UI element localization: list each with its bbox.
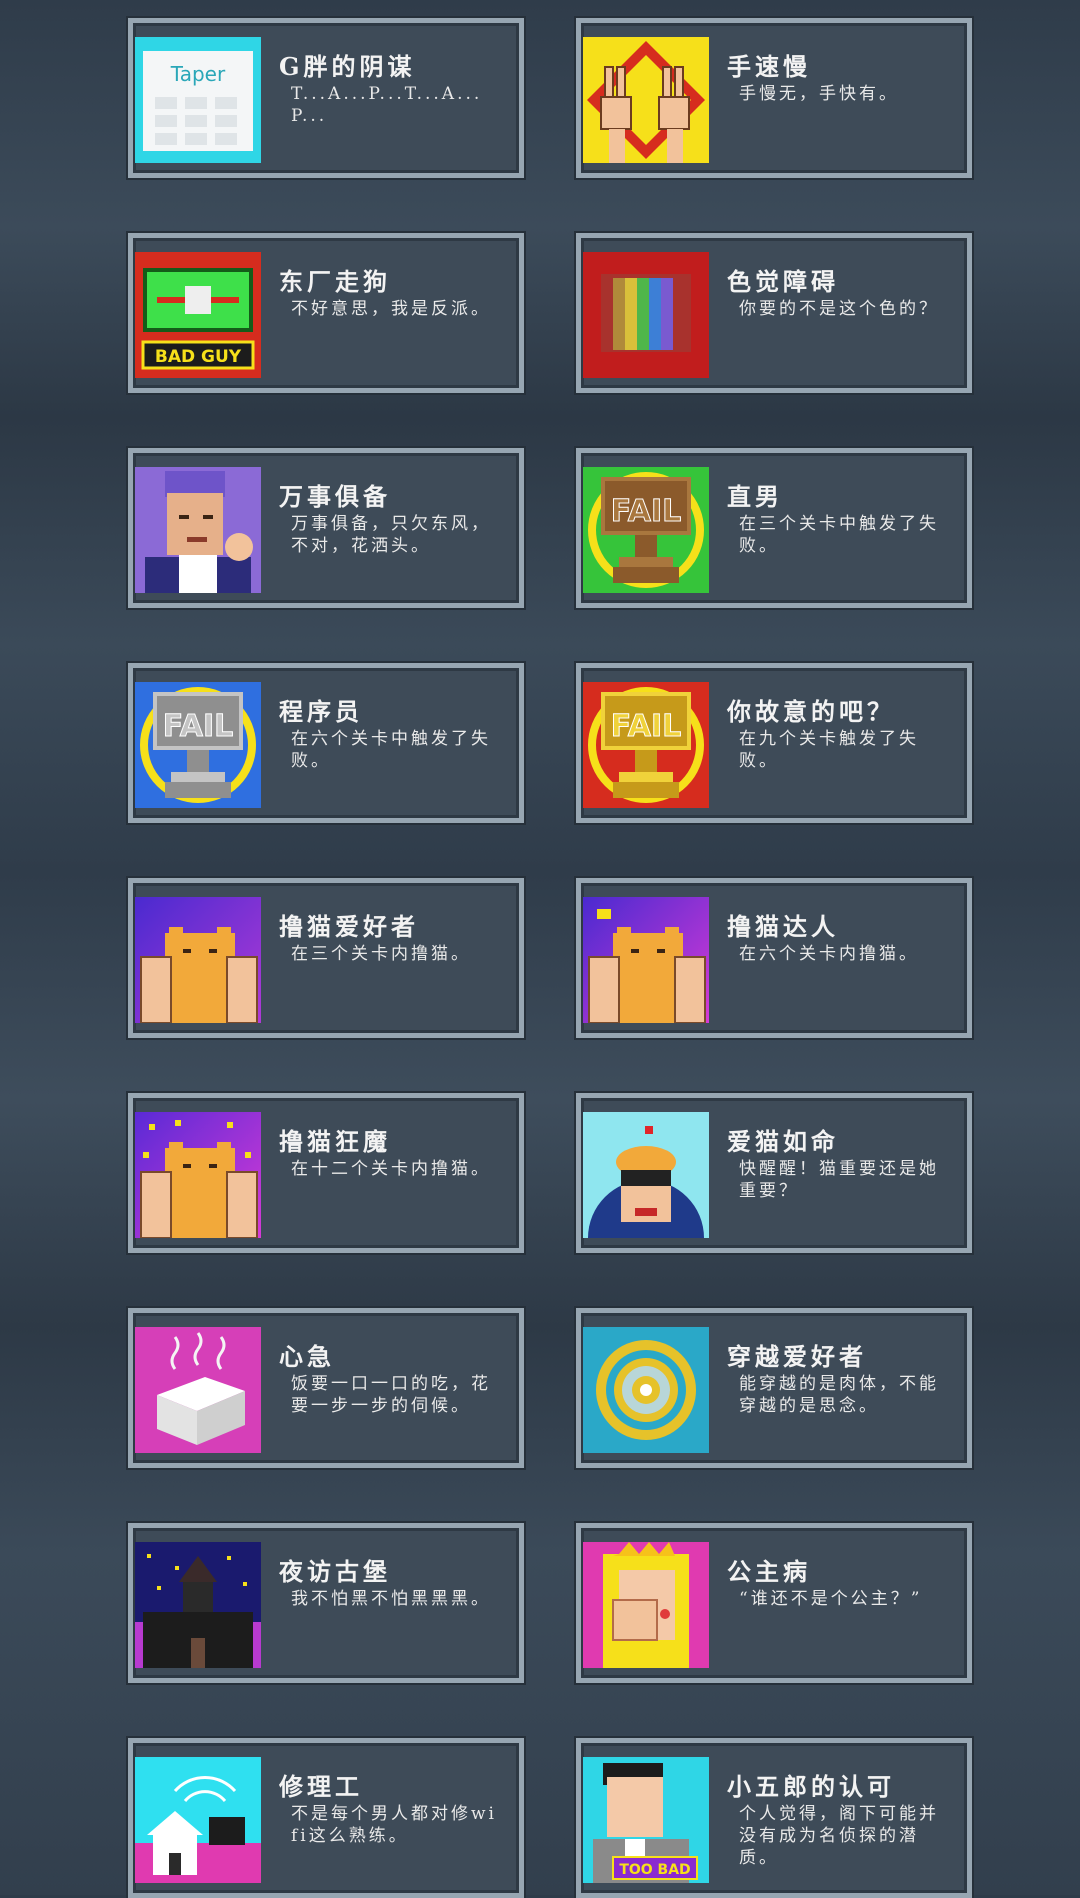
achievement-description: 我不怕黑不怕黑黑黑。 [291, 1589, 491, 1609]
taper-icon: Taper [135, 37, 261, 163]
svg-text:FAIL: FAIL [163, 709, 234, 744]
achievement-title: 手速慢 [727, 52, 811, 81]
svg-text:BAD GUY: BAD GUY [155, 347, 242, 367]
achievement-title: 小五郎的认可 [727, 1772, 895, 1801]
achievement-title: 夜访古堡 [279, 1557, 391, 1586]
gold-fail-trophy-icon: FAIL [583, 682, 709, 808]
achievement-description: 快醒醒！猫重要还是她重要？ [739, 1159, 939, 1201]
achievement-card[interactable]: 手速慢手慢无，手快有。 [576, 18, 972, 178]
achievement-description: T...A...P...T...A...P... [291, 84, 483, 126]
achievement-card[interactable]: 穿越爱好者能穿越的是肉体，不能穿越的是思念。 [576, 1308, 972, 1468]
color-bars-icon [583, 252, 709, 378]
ok-gesture-man-icon [135, 467, 261, 593]
victory-hands-icon [583, 37, 709, 163]
achievement-description: 饭要一口一口的吃，花要一步一步的伺候。 [291, 1374, 491, 1416]
bad-guy-icon: BAD GUY [135, 252, 261, 378]
cat-on-head-icon [583, 1112, 709, 1238]
achievement-description: 万事俱备，只欠东风，不对，花洒头。 [291, 514, 491, 556]
achievement-title: 心急 [279, 1342, 335, 1371]
achievement-title: 修理工 [279, 1772, 363, 1801]
achievement-title: 色觉障碍 [727, 267, 839, 296]
achievement-card[interactable]: 万事俱备万事俱备，只欠东风，不对，花洒头。 [128, 448, 524, 608]
achievement-title: 撸猫爱好者 [279, 912, 419, 941]
bronze-fail-trophy-icon: FAIL [583, 467, 709, 593]
achievement-title: 公主病 [727, 1557, 811, 1586]
achievement-description: 在三个关卡内撸猫。 [291, 944, 471, 964]
achievement-description: 在三个关卡中触发了失败。 [739, 514, 939, 556]
steaming-tofu-icon [135, 1327, 261, 1453]
achievement-card[interactable]: 爱猫如命快醒醒！猫重要还是她重要？ [576, 1093, 972, 1253]
achievement-card[interactable]: FAIL 你故意的吧？ 在九个关卡触发了失败。 [576, 663, 972, 823]
achievement-description: 不好意思，我是反派。 [291, 299, 491, 319]
achievement-card[interactable]: 公主病 “谁还不是个公主？” [576, 1523, 972, 1683]
achievement-description: 个人觉得，阁下可能并没有成为名侦探的潜质。 [739, 1804, 939, 1868]
achievement-card[interactable]: FAIL 程序员在六个关卡中触发了失败。 [128, 663, 524, 823]
achievement-title: 爱猫如命 [727, 1127, 839, 1156]
achievement-card[interactable]: 撸猫爱好者在三个关卡内撸猫。 [128, 878, 524, 1038]
achievement-title: 程序员 [279, 697, 363, 726]
svg-text:FAIL: FAIL [611, 709, 682, 744]
wifi-house-icon [135, 1757, 261, 1883]
achievement-description: 你要的不是这个色的？ [739, 299, 939, 319]
achievement-card[interactable]: BAD GUY 东厂走狗不好意思，我是反派。 [128, 233, 524, 393]
portal-vortex-icon [583, 1327, 709, 1453]
achievement-card[interactable]: TOO BAD 小五郎的认可个人觉得，阁下可能并没有成为名侦探的潜质。 [576, 1738, 972, 1898]
achievement-description: 在十二个关卡内撸猫。 [291, 1159, 491, 1179]
achievement-description: “谁还不是个公主？” [739, 1589, 923, 1609]
cat-petting-icon [135, 897, 261, 1023]
achievement-title: G胖的阴谋 [279, 52, 416, 81]
achievement-card[interactable]: 色觉障碍你要的不是这个色的？ [576, 233, 972, 393]
achievement-description: 在九个关卡触发了失败。 [739, 729, 919, 771]
achievement-card[interactable]: 修理工不是每个男人都对修wifi这么熟练。 [128, 1738, 524, 1898]
achievement-grid: Taper G胖的阴谋 T...A...P...T...A...P... 手速慢手慢无… [0, 0, 1080, 1898]
achievement-description: 不是每个男人都对修wifi这么熟练。 [291, 1804, 497, 1846]
svg-text:FAIL: FAIL [611, 494, 682, 529]
silver-fail-trophy-icon: FAIL [135, 682, 261, 808]
achievement-card[interactable]: 夜访古堡我不怕黑不怕黑黑黑。 [128, 1523, 524, 1683]
achievement-title: 穿越爱好者 [727, 1342, 867, 1371]
cat-petting-stars-icon [135, 1112, 261, 1238]
achievement-card[interactable]: Taper G胖的阴谋 T...A...P...T...A...P... [128, 18, 524, 178]
night-castle-icon [135, 1542, 261, 1668]
svg-text:TOO BAD: TOO BAD [619, 1862, 690, 1878]
crying-princess-icon [583, 1542, 709, 1668]
achievement-description: 手慢无，手快有。 [739, 84, 899, 104]
achievement-card[interactable]: FAIL 直男在三个关卡中触发了失败。 [576, 448, 972, 608]
achievement-card[interactable]: 心急饭要一口一口的吃，花要一步一步的伺候。 [128, 1308, 524, 1468]
achievement-description: 在六个关卡中触发了失败。 [291, 729, 491, 771]
achievement-title: 撸猫达人 [727, 912, 839, 941]
achievement-description: 在六个关卡内撸猫。 [739, 944, 919, 964]
svg-text:Taper: Taper [170, 62, 226, 86]
achievement-title: 万事俱备 [279, 482, 391, 511]
achievement-card[interactable]: 撸猫达人在六个关卡内撸猫。 [576, 878, 972, 1038]
cat-petting-heart-icon [583, 897, 709, 1023]
achievement-title: 东厂走狗 [279, 267, 391, 296]
achievement-title: 直男 [727, 482, 783, 511]
achievement-title: 撸猫狂魔 [279, 1127, 391, 1156]
detective-too-bad-icon: TOO BAD [583, 1757, 709, 1883]
achievement-description: 能穿越的是肉体，不能穿越的是思念。 [739, 1374, 939, 1416]
achievement-title: 你故意的吧？ [727, 697, 895, 726]
achievement-card[interactable]: 撸猫狂魔在十二个关卡内撸猫。 [128, 1093, 524, 1253]
